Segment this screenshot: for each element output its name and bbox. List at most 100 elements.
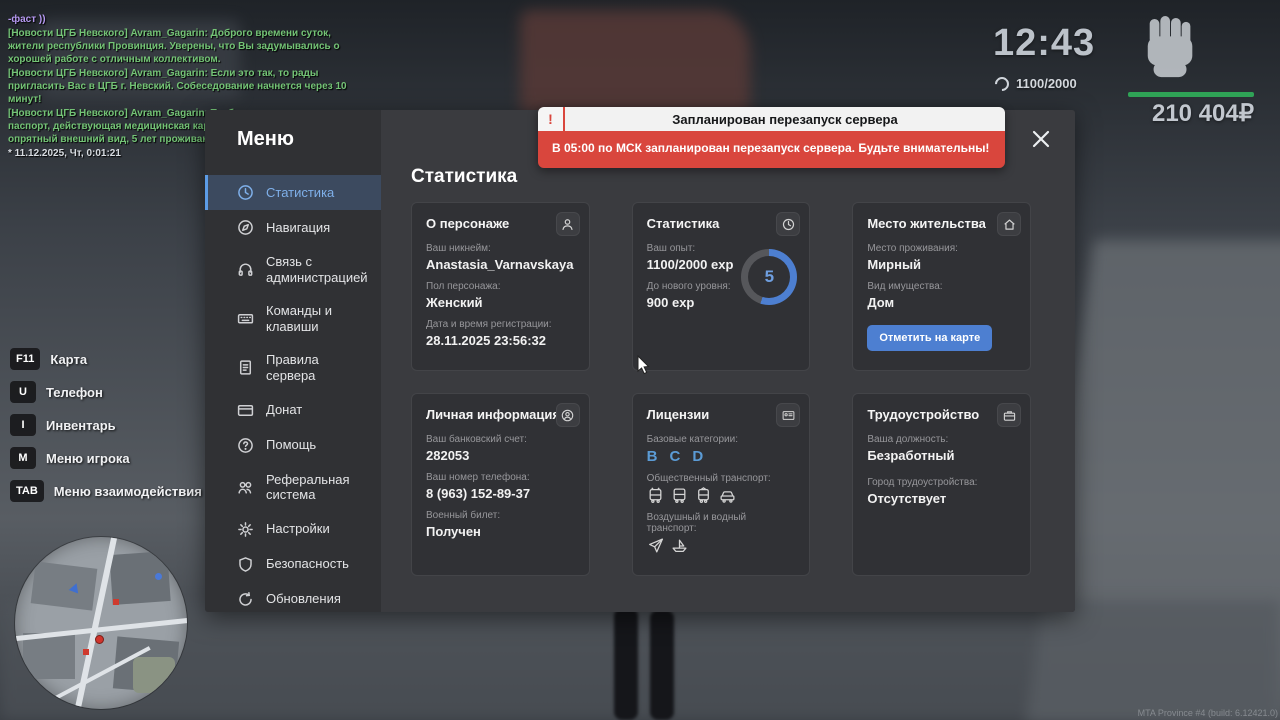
sidebar-item-help[interactable]: Помощь xyxy=(205,428,381,463)
field-value: 28.11.2025 23:56:32 xyxy=(426,333,575,348)
mark-on-map-button[interactable]: Отметить на карте xyxy=(867,325,992,351)
air-water-licenses xyxy=(647,537,796,554)
card-title: Место жительства xyxy=(867,216,1016,231)
keybind-phone: U Телефон xyxy=(10,381,202,403)
sidebar-item-settings[interactable]: Настройки xyxy=(205,512,381,547)
sidebar-item-referral[interactable]: Реферальная система xyxy=(205,463,381,512)
keyboard-icon xyxy=(237,310,254,327)
minimap-blip-icon xyxy=(155,573,162,580)
sidebar-item-admin-contact[interactable]: Связь с администрацией xyxy=(205,245,381,294)
field-value: Мирный xyxy=(867,257,1016,272)
public-transport-licenses xyxy=(647,487,796,504)
sidebar-item-label: Правила сервера xyxy=(266,352,371,383)
mouse-cursor xyxy=(637,355,651,375)
field-value: Отсутствует xyxy=(867,491,1016,506)
card-title: Трудоустройство xyxy=(867,407,1016,422)
field-value: 1100/2000 exp xyxy=(647,257,743,272)
server-restart-notification: ! Запланирован перезапуск сервера В 05:0… xyxy=(538,107,1005,168)
home-icon[interactable] xyxy=(997,212,1021,236)
key-badge: TAB xyxy=(10,480,44,502)
stats-cards-grid: О персонаже Ваш никнейм: Anastasia_Varna… xyxy=(411,202,1031,576)
field-value: 282053 xyxy=(426,448,575,463)
field-label: Вид имущества: xyxy=(867,281,1016,292)
sidebar-item-statistics[interactable]: Статистика xyxy=(205,175,381,210)
sidebar-item-label: Связь с администрацией xyxy=(266,254,371,285)
hud-money: 210 404₽ xyxy=(1104,99,1254,128)
headset-icon xyxy=(237,261,254,278)
background-ground xyxy=(0,600,1280,720)
field-label: Ваша должность: xyxy=(867,434,1016,445)
keybind-player-menu: M Меню игрока xyxy=(10,447,202,469)
field-military-id: Военный билет: Получен xyxy=(426,510,575,539)
license-categories: B C D xyxy=(647,448,796,465)
sidebar-item-server-rules[interactable]: Правила сервера xyxy=(205,343,381,392)
field-value: Anastasia_Varnavskaya xyxy=(426,257,575,272)
level-number: 5 xyxy=(741,249,797,305)
boat-icon xyxy=(671,537,688,554)
tram-icon xyxy=(695,487,712,504)
clock-icon xyxy=(237,184,254,201)
plane-icon xyxy=(647,537,664,554)
keybind-label: Меню взаимодействия xyxy=(54,484,202,499)
field-gender: Пол персонажа: Женский xyxy=(426,281,575,310)
shield-icon xyxy=(237,556,254,573)
key-badge: F11 xyxy=(10,348,40,370)
card-title: Статистика xyxy=(647,216,796,231)
refresh-icon xyxy=(237,591,254,608)
sidebar-item-commands-keys[interactable]: Команды и клавиши xyxy=(205,294,381,343)
sidebar-item-updates[interactable]: Обновления xyxy=(205,582,381,617)
close-icon[interactable] xyxy=(1028,126,1054,152)
sidebar-item-label: Навигация xyxy=(266,220,330,236)
page-title: Статистика xyxy=(411,166,1031,188)
field-phone-number: Ваш номер телефона: 8 (963) 152-89-37 xyxy=(426,472,575,501)
card-title: Личная информация xyxy=(426,407,575,422)
key-badge: M xyxy=(10,447,36,469)
keybind-inventory: I Инвентарь xyxy=(10,414,202,436)
sidebar-item-navigation[interactable]: Навигация xyxy=(205,210,381,245)
person-circle-icon[interactable] xyxy=(556,403,580,427)
exclamation-icon: ! xyxy=(538,107,565,131)
person-icon[interactable] xyxy=(556,212,580,236)
player-character-leg xyxy=(614,608,638,720)
briefcase-icon[interactable] xyxy=(997,403,1021,427)
clock-icon[interactable] xyxy=(776,212,800,236)
field-label: Ваш опыт: xyxy=(647,243,743,254)
field-label: Воздушный и водный транспорт: xyxy=(647,512,796,534)
notification-title: Запланирован перезапуск сервера xyxy=(565,107,1005,131)
document-icon xyxy=(237,359,254,376)
chat-message: -фаст )) xyxy=(8,13,350,26)
field-nickname: Ваш никнейм: Anastasia_Varnavskaya xyxy=(426,243,575,272)
card-residence: Место жительства Место проживания: Мирны… xyxy=(852,202,1031,371)
card-personal-info: Личная информация Ваш банковский счет: 2… xyxy=(411,393,590,576)
game-watermark: MTA Province #4 (build: 6.12421.0) xyxy=(1138,708,1278,718)
field-value: Получен xyxy=(426,524,575,539)
field-job-city: Город трудоустройства: Отсутствует xyxy=(867,477,1016,506)
field-value: Дом xyxy=(867,295,1016,310)
fist-icon xyxy=(1140,12,1202,84)
keybind-label: Инвентарь xyxy=(46,418,116,433)
license-category-b: B xyxy=(647,448,658,465)
field-label: Общественный транспорт: xyxy=(647,473,796,484)
field-value: 900 exp xyxy=(647,295,743,310)
field-label: Ваш банковский счет: xyxy=(426,434,575,445)
money-bar xyxy=(1128,92,1254,97)
field-label: Военный билет: xyxy=(426,510,575,521)
card-character: О персонаже Ваш никнейм: Anastasia_Varna… xyxy=(411,202,590,371)
field-label: Ваш номер телефона: xyxy=(426,472,575,483)
field-label: Дата и время регистрации: xyxy=(426,319,575,330)
field-value: Женский xyxy=(426,295,575,310)
taxi-icon xyxy=(719,487,736,504)
sidebar-item-donate[interactable]: Донат xyxy=(205,393,381,428)
field-value: Безработный xyxy=(867,448,1016,463)
sidebar-item-label: Статистика xyxy=(266,185,334,201)
keybind-hints: F11 Карта U Телефон I Инвентарь M Меню и… xyxy=(10,348,202,513)
people-icon xyxy=(237,479,254,496)
help-icon xyxy=(237,437,254,454)
trolleybus-icon xyxy=(647,487,664,504)
id-card-icon[interactable] xyxy=(776,403,800,427)
sidebar-item-label: Безопасность xyxy=(266,556,349,572)
keybind-label: Телефон xyxy=(46,385,103,400)
sidebar-item-security[interactable]: Безопасность xyxy=(205,547,381,582)
key-badge: I xyxy=(10,414,36,436)
hud-exp-value: 1100/2000 xyxy=(1016,76,1077,91)
